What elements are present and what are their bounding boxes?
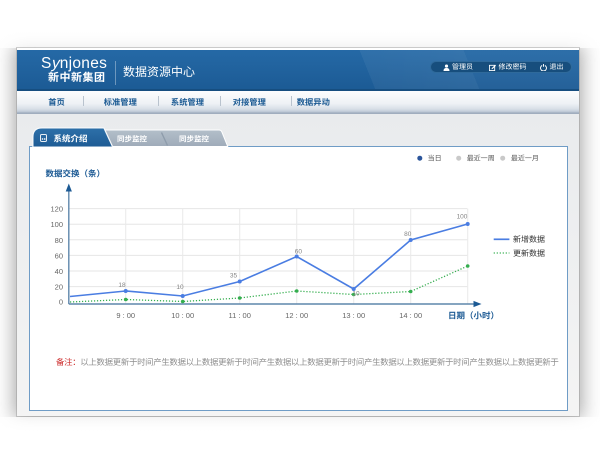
svg-text:100: 100 (50, 220, 63, 229)
svg-text:60: 60 (295, 249, 303, 256)
svg-text:10: 10 (352, 291, 360, 298)
svg-text:当日: 当日 (428, 154, 442, 164)
svg-text:数据交换（条）: 数据交换（条） (46, 168, 106, 180)
svg-text:同步监控: 同步监控 (179, 133, 209, 144)
svg-text:80: 80 (404, 231, 412, 238)
svg-text:日期（小时）: 日期（小时） (448, 310, 499, 322)
svg-text:0: 0 (59, 297, 63, 306)
svg-text:18: 18 (118, 282, 126, 289)
svg-text:最近一月: 最近一月 (511, 154, 539, 164)
svg-text:9 : 00: 9 : 00 (116, 311, 135, 320)
svg-text:系统介绍: 系统介绍 (53, 133, 87, 145)
svg-text:同步监控: 同步监控 (117, 133, 147, 144)
svg-text:60: 60 (55, 251, 63, 260)
svg-text:11 : 00: 11 : 00 (229, 311, 251, 320)
svg-text:12 : 00: 12 : 00 (285, 311, 308, 320)
svg-text:13 : 00: 13 : 00 (342, 311, 365, 320)
svg-text:100: 100 (457, 214, 468, 221)
svg-text:20: 20 (55, 283, 63, 292)
svg-text:10: 10 (176, 284, 184, 291)
svg-text:更新数据: 更新数据 (513, 248, 545, 259)
svg-text:最近一周: 最近一周 (467, 154, 495, 164)
svg-text:40: 40 (55, 267, 63, 276)
svg-text:10 : 00: 10 : 00 (171, 311, 194, 320)
svg-text:35: 35 (230, 273, 238, 280)
svg-text:80: 80 (55, 236, 63, 245)
svg-text:14 : 00: 14 : 00 (399, 311, 422, 320)
svg-text:新增数据: 新增数据 (513, 234, 545, 245)
svg-text:120: 120 (50, 205, 63, 214)
